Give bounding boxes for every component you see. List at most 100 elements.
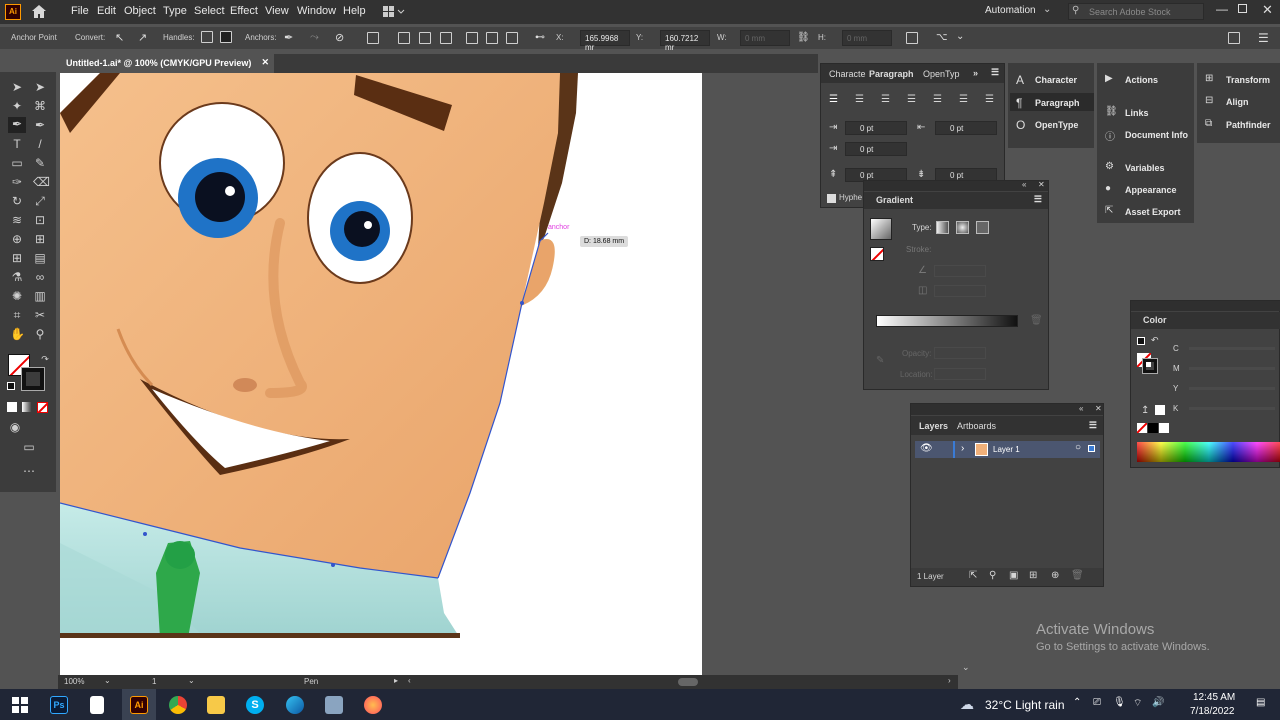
align-center-icon[interactable] xyxy=(419,32,431,44)
swap-icon[interactable]: ↶ xyxy=(1151,335,1159,346)
menu-select[interactable]: Select xyxy=(194,5,225,17)
firefox-icon[interactable] xyxy=(364,696,382,714)
chrome-icon[interactable] xyxy=(169,696,187,714)
tab-opentype[interactable]: OpenTyp xyxy=(923,69,960,79)
dock-transform[interactable]: Transform xyxy=(1226,75,1270,85)
dock-document-info[interactable]: Document Info xyxy=(1125,130,1188,140)
slice-tool-icon[interactable]: ✂ xyxy=(33,308,47,322)
justify-center-icon[interactable]: ☰ xyxy=(933,94,942,105)
default-colors-icon[interactable] xyxy=(7,382,15,390)
tab-character[interactable]: Characte xyxy=(829,69,866,79)
new-layer-icon[interactable]: ⊕ xyxy=(1051,570,1059,581)
delete-layer-icon[interactable]: 🗑 xyxy=(1071,570,1084,581)
layer-row[interactable]: 👁 › Layer 1 ○ xyxy=(915,441,1100,458)
scroll-right-icon[interactable]: › xyxy=(948,676,951,685)
menu-effect[interactable]: Effect xyxy=(230,5,258,17)
menu-type[interactable]: Type xyxy=(163,5,187,17)
convert-smooth-icon[interactable]: ↗ xyxy=(138,31,150,44)
select-similar-icon[interactable] xyxy=(367,32,379,44)
workspace-switcher[interactable]: Automation xyxy=(985,5,1036,16)
dock-asset-export[interactable]: Asset Export xyxy=(1125,207,1181,217)
dock-links[interactable]: Links xyxy=(1125,108,1149,118)
expand-layer-icon[interactable]: › xyxy=(961,443,964,454)
wifi-icon[interactable]: ⌔ xyxy=(1133,697,1142,710)
y-field[interactable]: 160.7212 mr xyxy=(660,30,710,52)
distribute-icon[interactable]: ⊷ xyxy=(535,32,547,44)
tab-layers[interactable]: Layers xyxy=(919,421,948,431)
chevron-down-icon[interactable]: ⌄ xyxy=(104,676,111,685)
gradient-preview-swatch[interactable] xyxy=(870,218,892,240)
white-swatch[interactable] xyxy=(1155,405,1165,415)
transform-icon[interactable]: ⊞ xyxy=(1205,73,1217,85)
scroll-left-icon[interactable]: ‹ xyxy=(408,676,411,685)
convert-corner-icon[interactable]: ↖ xyxy=(115,31,127,44)
aspect-ratio-field[interactable] xyxy=(934,285,986,297)
collapse-icon[interactable]: « xyxy=(1079,404,1083,413)
collapse-icon[interactable]: » xyxy=(973,68,978,78)
character-icon[interactable]: A xyxy=(1016,73,1028,87)
color-stroke-swatch[interactable] xyxy=(1142,358,1158,374)
dock-opentype[interactable]: OpenType xyxy=(1035,120,1078,130)
menu-window[interactable]: Window xyxy=(297,5,336,17)
chevron-down-icon[interactable]: ⌄ xyxy=(188,676,195,685)
variables-icon[interactable]: ⚙ xyxy=(1105,161,1117,173)
tab-paragraph[interactable]: Paragraph xyxy=(869,69,914,79)
panel-menu-icon[interactable]: ☰ xyxy=(991,67,999,78)
align-center-text-icon[interactable]: ☰ xyxy=(855,94,864,105)
cut-path-icon[interactable]: ⊘ xyxy=(335,31,347,44)
hand-tool-icon[interactable]: ✋ xyxy=(10,327,25,341)
play-icon[interactable]: ▸ xyxy=(394,676,398,685)
gradient-mode-icon[interactable] xyxy=(22,402,32,412)
symbol-sprayer-tool-icon[interactable]: ✺ xyxy=(10,289,24,303)
left-indent-field[interactable]: 0 pt xyxy=(845,121,907,135)
stock-search-input[interactable]: Search Adobe Stock xyxy=(1068,3,1204,20)
align-icon[interactable]: ⊟ xyxy=(1205,95,1217,107)
menu-help[interactable]: Help xyxy=(343,5,366,17)
document-tab[interactable]: Untitled-1.ai* @ 100% (CMYK/GPU Preview)… xyxy=(58,54,274,73)
hyphenate-checkbox[interactable] xyxy=(827,194,836,203)
channel-y-slider[interactable] xyxy=(1189,387,1275,390)
w-field[interactable]: 0 mm xyxy=(740,30,790,46)
close-tab-icon[interactable]: ✕ xyxy=(261,57,269,68)
scroll-down-icon[interactable]: ⌄ xyxy=(962,662,970,673)
app-icon[interactable] xyxy=(325,696,343,714)
opentype-icon[interactable]: O xyxy=(1016,118,1028,132)
first-line-indent-field[interactable]: 0 pt xyxy=(845,142,907,156)
photoshop-icon[interactable]: Ps xyxy=(50,696,68,714)
color-mode-icon[interactable] xyxy=(7,402,17,412)
more-tools-icon[interactable]: ⋯ xyxy=(22,464,36,478)
edge-icon[interactable] xyxy=(286,696,304,714)
lasso-tool-icon[interactable]: ⌘ xyxy=(33,99,47,113)
stroke-swatch[interactable] xyxy=(21,367,45,391)
freeform-gradient-icon[interactable] xyxy=(976,221,989,234)
free-transform-tool-icon[interactable]: ⊡ xyxy=(33,213,47,227)
blend-tool-icon[interactable]: ∞ xyxy=(33,270,47,284)
align-left-icon[interactable] xyxy=(398,32,410,44)
linear-gradient-icon[interactable] xyxy=(936,221,949,234)
screen-mode-icon[interactable]: ▭ xyxy=(22,440,36,454)
rectangle-tool-icon[interactable]: ▭ xyxy=(10,156,24,170)
horizontal-scrollbar[interactable] xyxy=(678,678,698,686)
line-tool-icon[interactable]: / xyxy=(33,137,47,151)
connect-anchor-icon[interactable]: ⤳ xyxy=(310,31,322,43)
notifications-icon[interactable]: ▤ xyxy=(1256,697,1265,708)
volume-icon[interactable]: 🔊 xyxy=(1152,697,1164,708)
asset-export-icon[interactable]: ⇱ xyxy=(1105,205,1117,217)
document-info-icon[interactable]: ⓘ xyxy=(1105,128,1117,143)
pathfinder-icon[interactable]: ⧉ xyxy=(1205,118,1217,130)
actions-icon[interactable]: ▶ xyxy=(1105,73,1117,85)
white-swatch-2[interactable] xyxy=(1159,423,1169,433)
black-swatch[interactable] xyxy=(1148,423,1158,433)
right-indent-field[interactable]: 0 pt xyxy=(935,121,997,135)
illustrator-taskbar-icon[interactable]: Ai xyxy=(130,696,148,714)
gradient-none-swatch[interactable] xyxy=(870,247,884,261)
clock-date[interactable]: 7/18/2022 xyxy=(1190,706,1235,717)
channel-c-slider[interactable] xyxy=(1189,347,1275,350)
tab-artboards[interactable]: Artboards xyxy=(957,421,996,431)
close-panel-icon[interactable]: ✕ xyxy=(1095,404,1102,413)
color-spectrum[interactable] xyxy=(1137,442,1280,462)
dock-appearance[interactable]: Appearance xyxy=(1125,185,1177,195)
chevron-down-icon[interactable]: ⌄ xyxy=(956,31,968,43)
restore-icon[interactable] xyxy=(1238,4,1247,13)
clipping-mask-icon[interactable]: ▣ xyxy=(1009,570,1018,581)
